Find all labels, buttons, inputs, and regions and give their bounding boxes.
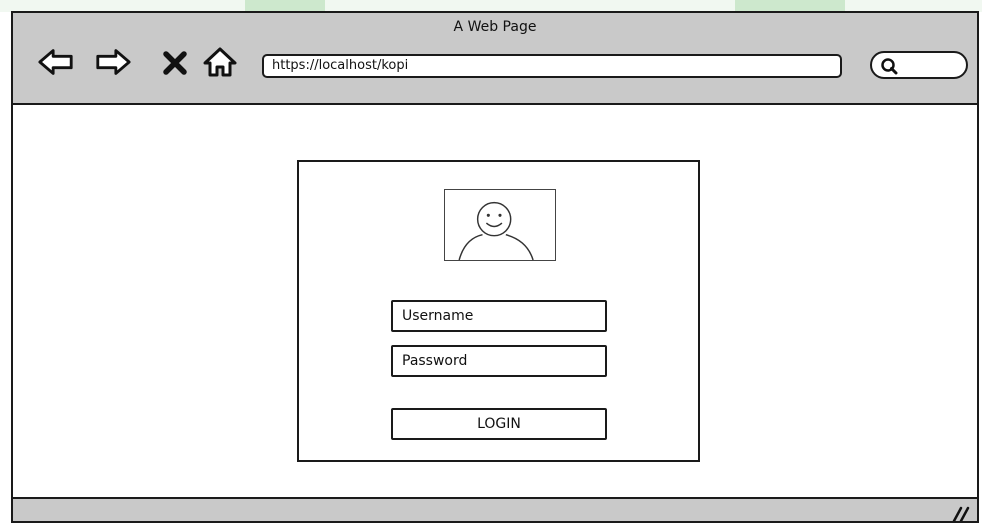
home-icon bbox=[203, 47, 237, 77]
login-button[interactable]: LOGIN bbox=[391, 408, 607, 440]
stop-button[interactable] bbox=[160, 45, 190, 79]
browser-window: A Web Page https://localhost/kopi Userna… bbox=[11, 11, 979, 523]
x-icon bbox=[163, 51, 187, 75]
browser-toolbar: A Web Page https://localhost/kopi bbox=[13, 13, 977, 105]
page-content: LOGIN bbox=[13, 105, 977, 497]
right-arrow-icon bbox=[96, 49, 131, 75]
search-field[interactable] bbox=[870, 51, 968, 79]
back-button[interactable] bbox=[37, 45, 75, 79]
window-title: A Web Page bbox=[453, 19, 537, 35]
forward-button[interactable] bbox=[94, 45, 132, 79]
password-input[interactable] bbox=[391, 345, 607, 377]
address-bar[interactable]: https://localhost/kopi bbox=[262, 54, 842, 78]
login-card: LOGIN bbox=[297, 160, 700, 462]
resize-grip-icon[interactable] bbox=[949, 503, 971, 523]
user-avatar-icon bbox=[444, 189, 556, 261]
search-icon bbox=[881, 58, 898, 75]
left-arrow-icon bbox=[38, 49, 73, 75]
username-input[interactable] bbox=[391, 300, 607, 332]
status-bar bbox=[13, 497, 977, 523]
home-button[interactable] bbox=[202, 45, 238, 79]
